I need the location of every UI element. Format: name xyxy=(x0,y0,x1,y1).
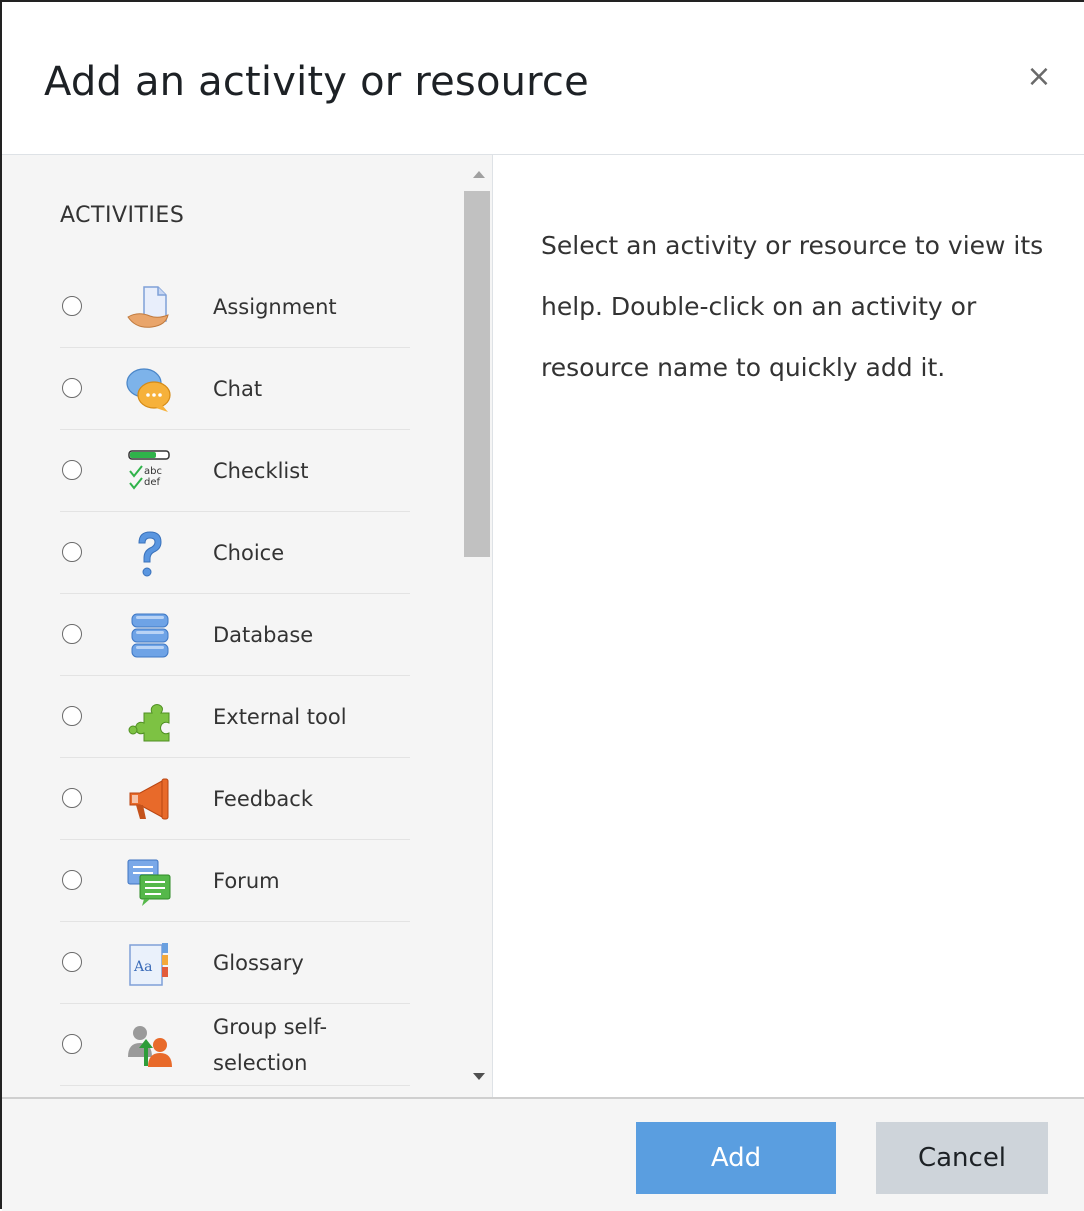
dialog-title: Add an activity or resource xyxy=(44,59,589,105)
radio-button[interactable] xyxy=(62,705,82,726)
option-label: Chat xyxy=(213,376,263,401)
option-label: Group self-selection xyxy=(213,1014,328,1075)
choice-icon xyxy=(124,529,174,579)
help-text: Select an activity or resource to view i… xyxy=(541,231,1044,382)
option-label: Database xyxy=(213,622,314,647)
glossary-icon: Aa xyxy=(124,939,174,989)
radio-button[interactable] xyxy=(62,787,82,808)
cancel-button[interactable]: Cancel xyxy=(876,1122,1048,1194)
assignment-icon xyxy=(124,283,174,333)
forum-icon xyxy=(124,857,174,907)
chat-icon xyxy=(124,365,174,415)
external-tool-icon xyxy=(124,693,174,743)
radio-button[interactable] xyxy=(62,869,82,890)
checklist-icon-text-1: abc xyxy=(144,466,162,477)
option-glossary[interactable]: Aa Glossary xyxy=(60,922,410,1004)
option-choice[interactable]: Choice xyxy=(60,512,410,594)
option-chat[interactable]: Chat xyxy=(60,348,410,430)
option-feedback[interactable]: Feedback xyxy=(60,758,410,840)
section-heading-activities: ACTIVITIES xyxy=(60,203,185,228)
close-icon[interactable]: × xyxy=(1022,60,1056,94)
radio-button[interactable] xyxy=(62,951,82,972)
scroll-up-icon[interactable] xyxy=(473,171,485,178)
option-label: Assignment xyxy=(213,294,337,319)
list-scrollbar[interactable] xyxy=(464,155,492,1097)
group-self-selection-icon xyxy=(124,1021,174,1071)
option-assignment[interactable]: Assignment xyxy=(60,266,410,348)
activity-chooser-list[interactable]: ACTIVITIES Assignment Chat abc def Check… xyxy=(2,155,493,1097)
dialog-header: Add an activity or resource × xyxy=(2,2,1084,155)
option-label: Forum xyxy=(213,868,280,893)
dialog-footer: Add Cancel xyxy=(2,1097,1084,1211)
database-icon xyxy=(124,611,174,661)
feedback-icon xyxy=(124,775,174,825)
option-forum[interactable]: Forum xyxy=(60,840,410,922)
add-activity-dialog: Add an activity or resource × ACTIVITIES… xyxy=(0,0,1084,1211)
option-label: External tool xyxy=(213,704,347,729)
option-label: Glossary xyxy=(213,950,304,975)
scroll-thumb[interactable] xyxy=(464,191,490,557)
help-pane: Select an activity or resource to view i… xyxy=(493,155,1084,1097)
radio-button[interactable] xyxy=(62,623,82,644)
glossary-icon-text: Aa xyxy=(133,959,152,975)
option-label: Feedback xyxy=(213,786,314,811)
option-group-self-selection[interactable]: Group self-selection xyxy=(60,1004,410,1086)
option-checklist[interactable]: abc def Checklist xyxy=(60,430,410,512)
option-label: Checklist xyxy=(213,458,309,483)
checklist-icon-text-2: def xyxy=(144,477,161,488)
radio-button[interactable] xyxy=(62,459,82,480)
radio-button[interactable] xyxy=(62,541,82,562)
scroll-down-icon[interactable] xyxy=(473,1073,485,1080)
option-database[interactable]: Database xyxy=(60,594,410,676)
radio-button[interactable] xyxy=(62,295,82,316)
option-external-tool[interactable]: External tool xyxy=(60,676,410,758)
add-button[interactable]: Add xyxy=(636,1122,836,1194)
option-label: Choice xyxy=(213,540,285,565)
radio-button[interactable] xyxy=(62,377,82,398)
checklist-icon: abc def xyxy=(124,447,174,497)
radio-button[interactable] xyxy=(62,1033,82,1054)
